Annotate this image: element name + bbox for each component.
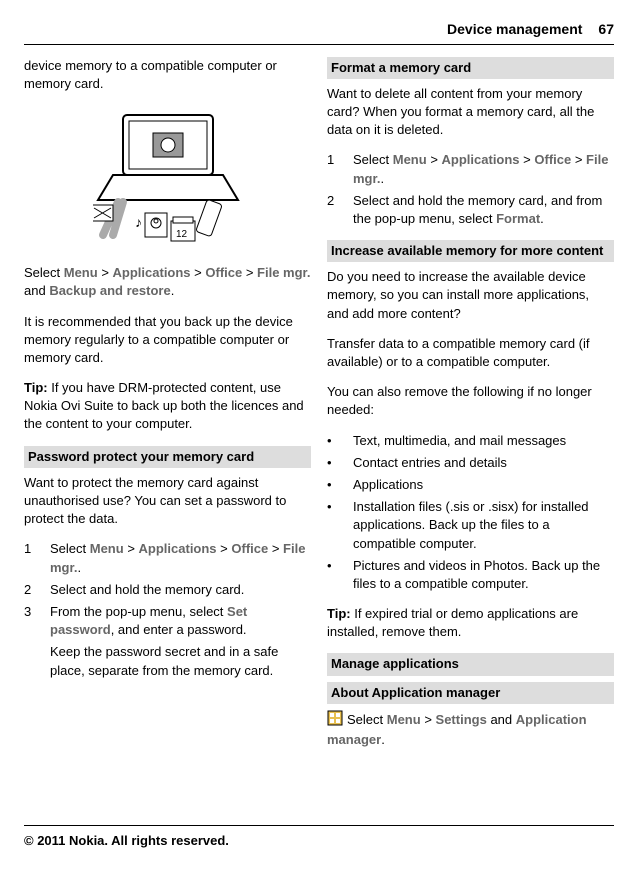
keep-secret-text: Keep the password secret and in a safe p… — [50, 643, 311, 679]
increase-intro: Do you need to increase the available de… — [327, 268, 614, 323]
tip-label: Tip: — [24, 380, 48, 395]
bullet-item: •Pictures and videos in Photos. Back up … — [327, 557, 614, 593]
bullet-item: •Text, multimedia, and mail messages — [327, 432, 614, 450]
increase-memory-heading: Increase available memory for more conte… — [327, 240, 614, 262]
tip-drm: Tip: If you have DRM-protected content, … — [24, 379, 311, 434]
format-step-1: 1 Select Menu > Applications > Office > … — [327, 151, 614, 187]
recommend-text: It is recommended that you back up the d… — [24, 313, 311, 368]
manage-apps-heading: Manage applications — [327, 653, 614, 675]
increase-transfer: Transfer data to a compatible memory car… — [327, 335, 614, 371]
menu-label: Menu — [64, 265, 98, 280]
password-protect-heading: Password protect your memory card — [24, 446, 311, 468]
step-3: 3 From the pop-up menu, select Set passw… — [24, 603, 311, 639]
increase-remove-intro: You can also remove the following if no … — [327, 383, 614, 419]
intro-text: device memory to a compatible computer o… — [24, 57, 311, 93]
step-2: 2 Select and hold the memory card. — [24, 581, 311, 599]
content-columns: device memory to a compatible computer o… — [24, 57, 614, 762]
office-label: Office — [205, 265, 242, 280]
svg-text:12: 12 — [176, 229, 188, 240]
footer-copyright: © 2011 Nokia. All rights reserved. — [24, 825, 614, 850]
left-column: device memory to a compatible computer o… — [24, 57, 311, 762]
laptop-illustration: ♪ 12 — [24, 105, 311, 250]
backup-label: Backup and restore — [49, 283, 170, 298]
tip-expired: Tip: If expired trial or demo applicatio… — [327, 605, 614, 641]
select-path-line: Select Menu > Applications > Office > Fi… — [24, 264, 311, 300]
app-manager-icon — [327, 710, 343, 731]
svg-text:♪: ♪ — [135, 214, 142, 230]
about-app-manager-heading: About Application manager — [327, 682, 614, 704]
page-number: 67 — [598, 20, 614, 40]
tip-label: Tip: — [327, 606, 351, 621]
header-title: Device management — [447, 20, 582, 40]
about-line: Select Menu > Settings and Application m… — [327, 710, 614, 749]
bullet-item: •Contact entries and details — [327, 454, 614, 472]
format-step-2: 2 Select and hold the memory card, and f… — [327, 192, 614, 228]
filemgr-label: File mgr. — [257, 265, 310, 280]
password-intro: Want to protect the memory card against … — [24, 474, 311, 529]
removal-bullets: •Text, multimedia, and mail messages •Co… — [327, 432, 614, 594]
password-steps: 1 Select Menu > Applications > Office > … — [24, 540, 311, 679]
applications-label: Applications — [113, 265, 191, 280]
format-label: Format — [496, 211, 540, 226]
format-intro: Want to delete all content from your mem… — [327, 85, 614, 140]
page-header: Device management 67 — [24, 20, 614, 45]
format-steps: 1 Select Menu > Applications > Office > … — [327, 151, 614, 228]
bullet-item: •Installation files (.sis or .sisx) for … — [327, 498, 614, 553]
bullet-item: •Applications — [327, 476, 614, 494]
format-heading: Format a memory card — [327, 57, 614, 79]
step-1: 1 Select Menu > Applications > Office > … — [24, 540, 311, 576]
right-column: Format a memory card Want to delete all … — [327, 57, 614, 762]
